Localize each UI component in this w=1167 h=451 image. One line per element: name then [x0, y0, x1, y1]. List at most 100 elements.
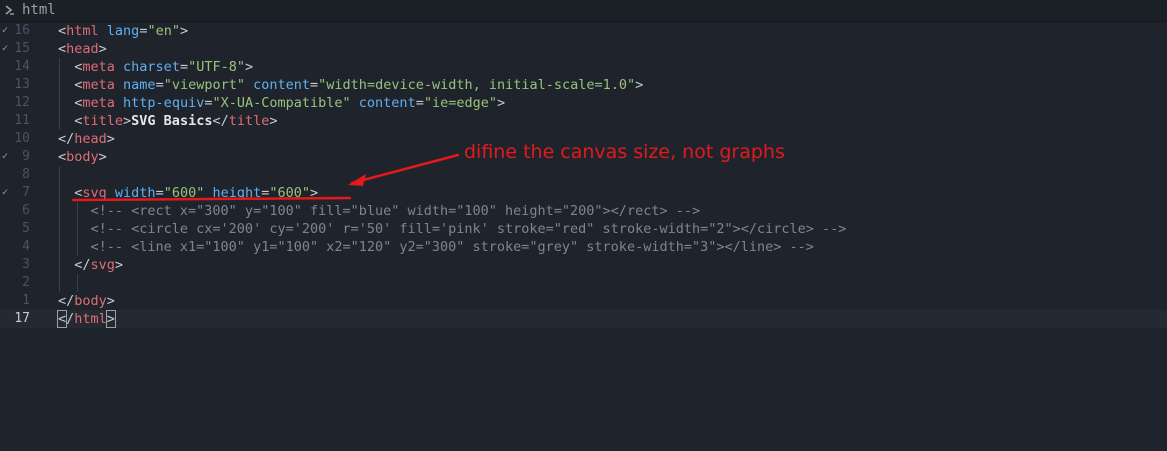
line-number: 2: [22, 275, 30, 290]
code-token: =: [179, 59, 189, 75]
code-token: content: [358, 95, 416, 111]
line-number: 13: [14, 77, 30, 92]
code-token: name: [123, 77, 156, 93]
code-token: http-equiv: [123, 95, 205, 111]
code-token: meta: [82, 77, 115, 93]
code-line[interactable]: 17 </html>: [0, 310, 1167, 328]
code-text[interactable]: <meta charset="UTF-8">: [58, 58, 253, 76]
code-text[interactable]: </body>: [58, 292, 115, 310]
code-token: </: [58, 257, 91, 273]
code-token: "600": [269, 185, 311, 201]
code-token: <!-- <circle cx='200' cy='200' r='50' fi…: [58, 221, 847, 237]
file-code-icon: [5, 5, 14, 15]
code-token: "width=device-width, initial-scale=1.0": [318, 77, 636, 93]
code-line[interactable]: 3 </svg>: [0, 256, 1167, 274]
code-text[interactable]: <svg width="600" height="600">: [58, 184, 318, 202]
line-number: 8: [22, 167, 30, 182]
code-line[interactable]: 11 <title>SVG Basics</title>: [0, 112, 1167, 130]
code-text[interactable]: <body>: [58, 148, 107, 166]
code-token: <: [58, 41, 67, 57]
code-token: "600": [163, 185, 205, 201]
line-number: 7: [22, 185, 30, 200]
indent-guide: [77, 274, 78, 292]
code-line[interactable]: 14 <meta charset="UTF-8">: [0, 58, 1167, 76]
code-token: body: [74, 293, 107, 309]
line-number: 3: [22, 257, 30, 272]
code-line[interactable]: 5 <!-- <circle cx='200' cy='200' r='50' …: [0, 220, 1167, 238]
code-token: =: [415, 95, 424, 111]
code-text[interactable]: </html>: [56, 310, 116, 328]
code-token: >: [245, 59, 254, 75]
line-number: 1: [22, 293, 30, 308]
code-token: >: [105, 310, 116, 328]
code-token: =: [155, 77, 164, 93]
code-token: body: [66, 149, 99, 165]
code-token: >: [98, 149, 107, 165]
code-text[interactable]: <html lang="en">: [58, 22, 188, 40]
code-text[interactable]: </head>: [58, 130, 115, 148]
code-token: <: [58, 59, 83, 75]
code-line[interactable]: ✓ 16 <html lang="en">: [0, 22, 1167, 40]
tab-label[interactable]: html: [22, 2, 56, 19]
code-line[interactable]: 2: [0, 274, 1167, 292]
code-token: >: [114, 257, 124, 273]
code-text[interactable]: <!-- <line x1="100" y1="100" x2="120" y2…: [58, 238, 814, 256]
code-token: >: [269, 113, 278, 129]
code-token: <!-- <line x1="100" y1="100" x2="120" y2…: [58, 239, 814, 255]
code-text[interactable]: <meta http-equiv = "X-UA-Compatible" conte…: [58, 94, 505, 112]
code-token: title: [82, 113, 124, 129]
code-text[interactable]: <head>: [58, 40, 107, 58]
code-token: svg: [82, 185, 107, 201]
line-number: 5: [22, 221, 30, 236]
line-number: 4: [22, 239, 30, 254]
code-token: >: [310, 185, 319, 201]
code-token: =: [310, 77, 319, 93]
code-line[interactable]: 8: [0, 166, 1167, 184]
code-line[interactable]: 4 <!-- <line x1="100" y1="100" x2="120" …: [0, 238, 1167, 256]
annotation-text: difine the canvas size, not graphs: [464, 141, 785, 163]
code-line[interactable]: ✓ 7 <svg width="600" height="600">: [0, 184, 1167, 202]
code-line[interactable]: 6 <!-- <rect x="300" y="100" fill="blue"…: [0, 202, 1167, 220]
code-token: >: [106, 131, 115, 147]
indent-guide: [59, 58, 60, 130]
code-editor[interactable]: ✓ 16 <html lang="en"> ✓ 15 <head> 14 <meta cha…: [0, 21, 1167, 451]
line-number: 12: [14, 95, 30, 110]
code-token: charset: [123, 59, 180, 75]
code-token: content: [253, 77, 311, 93]
code-token: SVG Basics: [131, 113, 213, 129]
code-line[interactable]: ✓ 15 <head>: [0, 40, 1167, 58]
code-token: <: [58, 113, 83, 129]
indent-guide: [77, 202, 78, 256]
code-text[interactable]: <title>SVG Basics</title>: [58, 112, 278, 130]
code-text[interactable]: <!-- <circle cx='200' cy='200' r='50' fi…: [58, 220, 847, 238]
code-token: >: [635, 77, 644, 93]
code-token: >: [123, 113, 132, 129]
code-token: <: [58, 23, 67, 39]
line-number: 6: [22, 203, 30, 218]
code-token: title: [228, 113, 270, 129]
code-token: "UTF-8": [188, 59, 245, 75]
code-token: >: [496, 95, 506, 111]
editor-tab-bar: html: [0, 0, 1167, 22]
code-line[interactable]: 13 <meta name="viewport" content="width=…: [0, 76, 1167, 94]
code-text[interactable]: <meta name="viewport" content="width=dev…: [58, 76, 643, 94]
code-token: </: [212, 113, 229, 129]
code-token: meta: [82, 95, 115, 111]
code-token: "X-UA-Compatible": [212, 95, 351, 111]
code-text[interactable]: </svg>: [58, 256, 123, 274]
code-token: <: [58, 185, 83, 201]
code-line[interactable]: 12 <meta http-equiv = "X-UA-Compatible" co…: [0, 94, 1167, 112]
code-line[interactable]: 1 </body>: [0, 292, 1167, 310]
code-token: "ie=edge": [423, 95, 497, 111]
code-text[interactable]: <!-- <rect x="300" y="100" fill="blue" w…: [58, 202, 701, 220]
code-token: head: [74, 131, 107, 147]
code-token: <!-- <rect x="300" y="100" fill="blue" w…: [58, 203, 701, 219]
line-number: 11: [14, 113, 30, 128]
